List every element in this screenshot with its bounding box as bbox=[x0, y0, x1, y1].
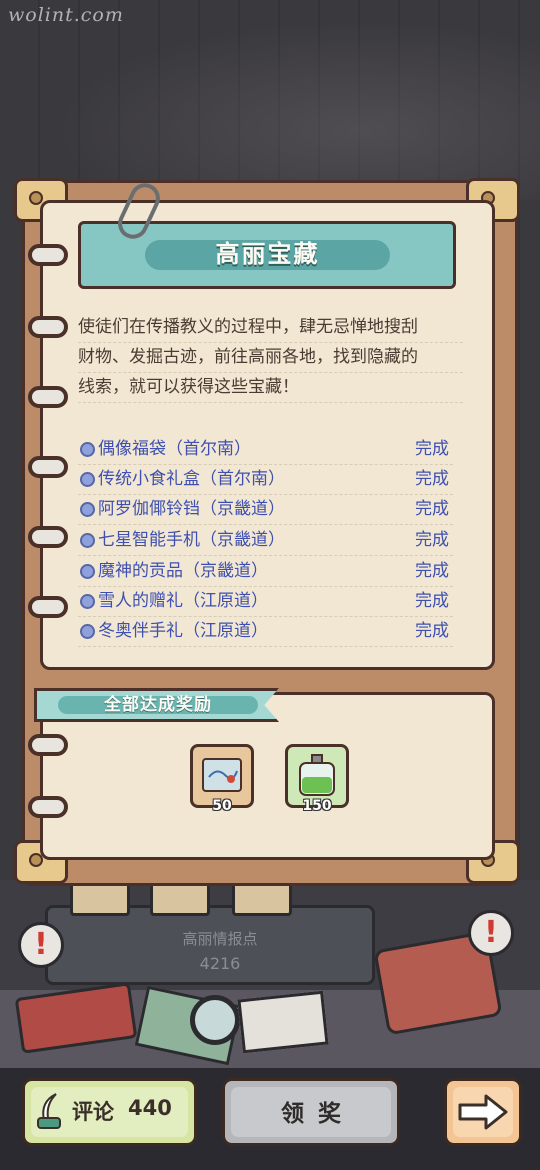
watermark: wolint.com bbox=[8, 4, 124, 26]
quest-status: 完成 bbox=[415, 469, 449, 489]
quest-row[interactable]: 阿罗伽倻铃铛（京畿道） 完成 bbox=[78, 494, 453, 525]
description-line: 线索，就可以获得这些宝藏！ bbox=[78, 372, 463, 403]
quest-name: 传统小食礼盒（首尔南） bbox=[98, 469, 285, 489]
review-count: 440 bbox=[128, 1096, 172, 1120]
bullet-icon bbox=[80, 442, 95, 457]
quest-status: 完成 bbox=[415, 530, 449, 550]
bullet-icon bbox=[80, 533, 95, 548]
quest-name: 魔神的贡品（京畿道） bbox=[98, 561, 268, 581]
treasure-map-icon bbox=[202, 758, 242, 792]
quest-row[interactable]: 雪人的赠礼（江原道） 完成 bbox=[78, 586, 453, 617]
quest-row[interactable]: 传统小食礼盒（首尔南） 完成 bbox=[78, 464, 453, 495]
reward-qty: 150 bbox=[302, 798, 332, 814]
ring-binder-icon bbox=[28, 796, 68, 818]
bullet-icon bbox=[80, 472, 95, 487]
quest-status: 完成 bbox=[415, 591, 449, 611]
bullet-icon bbox=[80, 502, 95, 517]
quest-status: 完成 bbox=[415, 439, 449, 459]
ring-binder-icon bbox=[28, 596, 68, 618]
reward-qty: 50 bbox=[212, 798, 232, 814]
alert-icon[interactable]: ! bbox=[468, 910, 514, 956]
description-line: 使徒们在传播教义的过程中，肆无忌惮地搜刮 bbox=[78, 312, 463, 343]
ring-binder-icon bbox=[28, 526, 68, 548]
magnifier-icon[interactable] bbox=[190, 995, 240, 1045]
reward-title: 全部达成奖励 bbox=[104, 695, 212, 715]
claim-label: 领奖 bbox=[281, 1101, 355, 1127]
quest-row[interactable]: 魔神的贡品（京畿道） 完成 bbox=[78, 556, 453, 587]
bullet-icon bbox=[80, 564, 95, 579]
quest-name: 偶像福袋（首尔南） bbox=[98, 439, 251, 459]
background-glow bbox=[0, 0, 540, 200]
ring-binder-icon bbox=[28, 244, 68, 266]
ring-binder-icon bbox=[28, 456, 68, 478]
review-label: 评论 bbox=[72, 1100, 114, 1124]
quest-name: 雪人的赠礼（江原道） bbox=[98, 591, 268, 611]
potion-bottle-icon bbox=[299, 754, 335, 796]
arrow-right-icon bbox=[458, 1094, 508, 1130]
ring-binder-icon bbox=[28, 734, 68, 756]
bullet-icon bbox=[80, 624, 95, 639]
paper-icon[interactable] bbox=[237, 990, 329, 1054]
quest-status: 完成 bbox=[415, 499, 449, 519]
page-title: 高丽宝藏 bbox=[215, 240, 320, 268]
description-line: 财物、发掘古迹，前往高丽各地，找到隐藏的 bbox=[78, 342, 463, 373]
bullet-icon bbox=[80, 594, 95, 609]
site-count: 4216 bbox=[199, 954, 241, 973]
alert-icon[interactable]: ! bbox=[18, 922, 64, 968]
quest-name: 七星智能手机（京畿道） bbox=[98, 530, 285, 550]
quest-row[interactable]: 冬奥伴手礼（江原道） 完成 bbox=[78, 616, 453, 647]
quest-status: 完成 bbox=[415, 621, 449, 641]
quest-name: 冬奥伴手礼（江原道） bbox=[98, 621, 268, 641]
quill-icon bbox=[37, 1093, 61, 1129]
quest-status: 完成 bbox=[415, 561, 449, 581]
quest-row[interactable]: 七星智能手机（京畿道） 完成 bbox=[78, 525, 453, 556]
quest-row[interactable]: 偶像福袋（首尔南） 完成 bbox=[78, 434, 453, 465]
quest-name: 阿罗伽倻铃铛（京畿道） bbox=[98, 499, 285, 519]
site-name: 高丽情报点 bbox=[182, 930, 258, 948]
